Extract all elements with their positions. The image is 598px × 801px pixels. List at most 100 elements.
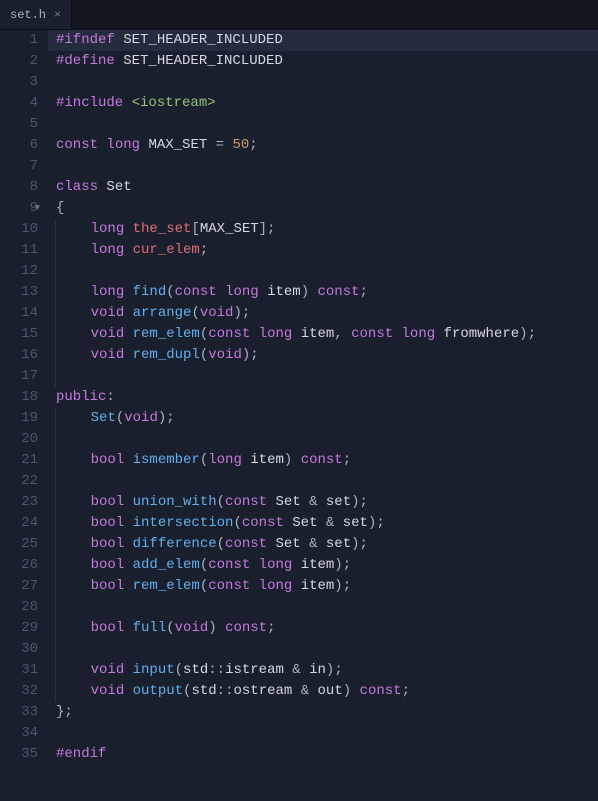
line-number[interactable]: 12 bbox=[0, 261, 38, 282]
line-number[interactable]: 1 bbox=[0, 30, 38, 51]
token: ismember bbox=[133, 452, 200, 468]
line-number[interactable]: 13 bbox=[0, 282, 38, 303]
code-line[interactable]: long find(const long item) const; bbox=[56, 282, 598, 303]
code-line[interactable]: void rem_elem(const long item, const lon… bbox=[56, 324, 598, 345]
line-number[interactable]: 2 bbox=[0, 51, 38, 72]
token bbox=[124, 578, 132, 594]
token: ) bbox=[208, 620, 225, 636]
token: long bbox=[402, 326, 436, 342]
file-tab[interactable]: set.h × bbox=[0, 0, 72, 29]
line-number[interactable]: 7 bbox=[0, 156, 38, 177]
token: const bbox=[225, 536, 267, 552]
code-line[interactable] bbox=[56, 261, 598, 282]
line-number[interactable]: 34 bbox=[0, 723, 38, 744]
code-line[interactable]: }; bbox=[56, 702, 598, 723]
code-line[interactable] bbox=[56, 723, 598, 744]
line-number[interactable]: 18 bbox=[0, 387, 38, 408]
line-number[interactable]: 20 bbox=[0, 429, 38, 450]
line-number[interactable]: 6 bbox=[0, 135, 38, 156]
line-number[interactable]: 5 bbox=[0, 114, 38, 135]
token: istream bbox=[225, 662, 284, 678]
token: #include bbox=[56, 95, 123, 111]
token: set bbox=[326, 536, 351, 552]
code-line[interactable] bbox=[56, 114, 598, 135]
code-line[interactable]: { bbox=[56, 198, 598, 219]
code-line[interactable] bbox=[56, 639, 598, 660]
code-line[interactable] bbox=[56, 366, 598, 387]
token bbox=[55, 576, 91, 597]
line-number[interactable]: 28 bbox=[0, 597, 38, 618]
code-line[interactable] bbox=[56, 597, 598, 618]
token: const bbox=[351, 326, 393, 342]
line-number[interactable]: 17 bbox=[0, 366, 38, 387]
token: void bbox=[175, 620, 209, 636]
code-line[interactable]: public: bbox=[56, 387, 598, 408]
token: item bbox=[301, 578, 335, 594]
line-number[interactable]: 4 bbox=[0, 93, 38, 114]
code-editor[interactable]: 123456789▼101112131415161718192021222324… bbox=[0, 30, 598, 801]
line-number[interactable]: 35 bbox=[0, 744, 38, 765]
token: input bbox=[133, 662, 175, 678]
code-line[interactable]: bool ismember(long item) const; bbox=[56, 450, 598, 471]
fold-icon[interactable]: ▼ bbox=[35, 198, 40, 219]
line-number[interactable]: 33 bbox=[0, 702, 38, 723]
line-number[interactable]: 32 bbox=[0, 681, 38, 702]
code-line[interactable]: class Set bbox=[56, 177, 598, 198]
code-line[interactable] bbox=[56, 471, 598, 492]
code-line[interactable] bbox=[56, 72, 598, 93]
code-line[interactable]: void output(std::ostream & out) const; bbox=[56, 681, 598, 702]
line-number[interactable]: 26 bbox=[0, 555, 38, 576]
indent-guide bbox=[55, 471, 91, 492]
line-number[interactable]: 23 bbox=[0, 492, 38, 513]
token: ); bbox=[233, 305, 250, 321]
line-number[interactable]: 16 bbox=[0, 345, 38, 366]
token: ( bbox=[233, 515, 241, 531]
code-line[interactable]: #ifndef SET_HEADER_INCLUDED bbox=[48, 30, 598, 51]
close-icon[interactable]: × bbox=[54, 9, 61, 21]
line-number[interactable]: 10 bbox=[0, 219, 38, 240]
code-line[interactable]: long the_set[MAX_SET]; bbox=[56, 219, 598, 240]
code-line[interactable]: long cur_elem; bbox=[56, 240, 598, 261]
token: ); bbox=[334, 557, 351, 573]
line-number[interactable]: 3 bbox=[0, 72, 38, 93]
token: item bbox=[301, 557, 335, 573]
line-number[interactable]: 27 bbox=[0, 576, 38, 597]
token: long bbox=[225, 284, 259, 300]
code-line[interactable]: bool intersection(const Set & set); bbox=[56, 513, 598, 534]
line-number[interactable]: 8 bbox=[0, 177, 38, 198]
code-area[interactable]: #ifndef SET_HEADER_INCLUDED#define SET_H… bbox=[48, 30, 598, 801]
line-number[interactable]: 9▼ bbox=[0, 198, 38, 219]
token: Set bbox=[91, 410, 116, 426]
line-number[interactable]: 19 bbox=[0, 408, 38, 429]
line-number[interactable]: 22 bbox=[0, 471, 38, 492]
line-number[interactable]: 15 bbox=[0, 324, 38, 345]
code-line[interactable]: bool difference(const Set & set); bbox=[56, 534, 598, 555]
line-number[interactable]: 25 bbox=[0, 534, 38, 555]
token bbox=[124, 683, 132, 699]
code-line[interactable]: #endif bbox=[56, 744, 598, 765]
code-line[interactable]: void input(std::istream & in); bbox=[56, 660, 598, 681]
token: long bbox=[91, 242, 125, 258]
token: ( bbox=[200, 557, 208, 573]
code-line[interactable]: const long MAX_SET = 50; bbox=[56, 135, 598, 156]
line-number[interactable]: 21 bbox=[0, 450, 38, 471]
code-line[interactable]: bool rem_elem(const long item); bbox=[56, 576, 598, 597]
code-line[interactable] bbox=[56, 429, 598, 450]
code-line[interactable]: Set(void); bbox=[56, 408, 598, 429]
line-number[interactable]: 11 bbox=[0, 240, 38, 261]
line-number[interactable]: 30 bbox=[0, 639, 38, 660]
code-line[interactable]: bool union_with(const Set & set); bbox=[56, 492, 598, 513]
token: bool bbox=[91, 536, 125, 552]
code-line[interactable]: bool add_elem(const long item); bbox=[56, 555, 598, 576]
code-line[interactable]: bool full(void) const; bbox=[56, 618, 598, 639]
code-line[interactable]: void arrange(void); bbox=[56, 303, 598, 324]
line-number[interactable]: 24 bbox=[0, 513, 38, 534]
code-line[interactable]: #define SET_HEADER_INCLUDED bbox=[56, 51, 598, 72]
line-number[interactable]: 31 bbox=[0, 660, 38, 681]
code-line[interactable]: void rem_dupl(void); bbox=[56, 345, 598, 366]
token bbox=[217, 284, 225, 300]
line-number[interactable]: 14 bbox=[0, 303, 38, 324]
code-line[interactable] bbox=[56, 156, 598, 177]
line-number[interactable]: 29 bbox=[0, 618, 38, 639]
code-line[interactable]: #include <iostream> bbox=[56, 93, 598, 114]
